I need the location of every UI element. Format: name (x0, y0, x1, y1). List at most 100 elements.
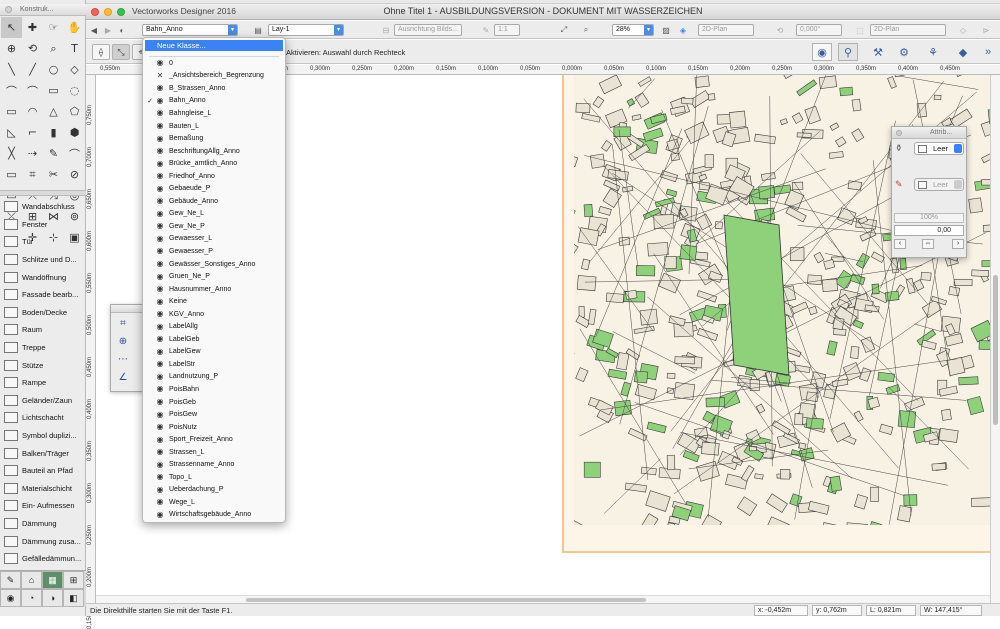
class-menu-item[interactable]: ◉Friedhof_Anno (145, 170, 283, 183)
toolset-tab-4[interactable]: ◉ (0, 589, 21, 607)
tool-button-16[interactable]: ▭ (1, 101, 22, 122)
layer-dropdown-icon[interactable]: ◆ (952, 43, 974, 61)
class-menu-item[interactable]: ◉Gewaesser_P (145, 245, 283, 258)
horizontal-scrollbar[interactable] (96, 595, 990, 603)
opacity-field[interactable]: 100% (894, 213, 964, 223)
expand-icon[interactable]: » (980, 43, 996, 61)
tool-button-22[interactable]: ▮ (43, 122, 64, 143)
tool-button-26[interactable]: ✎ (43, 143, 64, 164)
tool-button-28[interactable]: ▭ (1, 164, 22, 185)
toolset-item[interactable]: Ein- Aufmessen (0, 497, 86, 515)
toolset-item[interactable]: Symbol duplizi... (0, 427, 86, 445)
toolset-tab-3[interactable]: ⊞ (63, 571, 84, 589)
more-icon[interactable]: ⊳ (980, 24, 992, 36)
toolset-item[interactable]: Fenster (0, 216, 86, 234)
line-weight-field[interactable]: 0,00 (894, 225, 964, 236)
tool-button-19[interactable]: ⬠ (64, 101, 85, 122)
class-menu-item[interactable]: ◉PoisBahn (145, 383, 283, 396)
tool-button-29[interactable]: ⌗ (22, 164, 43, 185)
back-arrow-icon[interactable]: ◀ (88, 24, 100, 36)
class-menu-item[interactable]: ◉Brücke_amtlich_Anno (145, 157, 283, 170)
class-menu-item[interactable]: ◉LabelStr (145, 358, 283, 371)
layer-select[interactable]: Lay-1 ▾ (268, 24, 344, 36)
grid-snap-icon[interactable]: ⌗ (115, 315, 131, 331)
tool-button-18[interactable]: △ (43, 101, 64, 122)
tool-button-30[interactable]: ✂ (43, 164, 64, 185)
zoom-field[interactable]: 28% ▾ (612, 24, 654, 36)
tool-button-25[interactable]: ⇢ (22, 143, 43, 164)
class-menu-item[interactable]: ◉Ueberdachung_P (145, 484, 283, 497)
class-menu-item[interactable]: ◉BeschriftungAllg_Anno (145, 145, 283, 158)
vertical-scroll-thumb[interactable] (993, 275, 998, 425)
class-menu-item[interactable]: ◉Bahngleise_L (145, 107, 283, 120)
class-menu-item[interactable]: ◉Gewässer_Sonstiges_Anno (145, 258, 283, 271)
tool-button-31[interactable]: ⊘ (64, 164, 85, 185)
angle-snap-icon[interactable]: ∠ (115, 369, 131, 385)
view-select[interactable]: 2D-Plan (698, 24, 754, 36)
tool-button-5[interactable]: ⟲ (22, 38, 43, 59)
render-icon[interactable]: ▨ (660, 24, 672, 36)
toolset-tab-5[interactable]: ◔ (21, 589, 42, 607)
toolset-item[interactable]: Lichtschacht (0, 409, 86, 427)
class-menu-item[interactable]: ◉Topo_L (145, 471, 283, 484)
class-menu-item[interactable]: ◉PoisGeb (145, 396, 283, 409)
class-menu-item[interactable]: ◉Wege_L (145, 496, 283, 509)
vertical-scrollbar[interactable] (990, 75, 1000, 605)
toolset-tab-7[interactable]: ◧ (63, 589, 84, 607)
class-menu-item[interactable]: ◉LabelGew (145, 346, 283, 359)
toolset-tab-1[interactable]: ⌂ (21, 571, 42, 589)
toolset-item[interactable]: Wandabschluss (0, 198, 86, 216)
tool-button-12[interactable]: ⌒ (1, 80, 22, 101)
class-menu-item[interactable]: ◉Bauten_L (145, 120, 283, 133)
class-menu-item[interactable]: ◉Gruen_Ne_P (145, 270, 283, 283)
toolset-tab-6[interactable]: ◑ (42, 589, 63, 607)
tool-button-20[interactable]: ◺ (1, 122, 22, 143)
class-menu-item[interactable]: ◉PoisNutz (145, 421, 283, 434)
visibility-icon[interactable]: ◉ (812, 43, 832, 61)
view-cube-icon[interactable]: ◈ (676, 24, 690, 36)
tool-button-15[interactable]: ◌ (64, 80, 85, 101)
edge-snap-icon[interactable]: ⋯ (115, 351, 131, 367)
scale-field[interactable]: 1:1 (494, 24, 520, 36)
class-menu-item[interactable]: ✕_Ansichtsbereich_Begrenzung (145, 70, 283, 83)
toolset-item[interactable]: Rampe (0, 374, 86, 392)
class-menu-item[interactable]: ◉0 (145, 57, 283, 70)
tool-button-8[interactable]: ╲ (1, 59, 22, 80)
tool-palette-close-button[interactable] (5, 6, 12, 13)
class-menu-item[interactable]: ◉B_Strassen_Anno (145, 82, 283, 95)
tool-button-23[interactable]: ⬢ (64, 122, 85, 143)
tool-button-17[interactable]: ◠ (22, 101, 43, 122)
toolset-item[interactable]: Balken/Träger (0, 444, 86, 462)
forward-arrow-icon[interactable]: ▶ (102, 24, 114, 36)
class-menu-item[interactable]: ◉Landnutzung_P (145, 371, 283, 384)
class-menu-item[interactable]: ◉Strassen_L (145, 446, 283, 459)
toolset-item[interactable]: Dämmung (0, 515, 86, 533)
toolset-item[interactable]: Boden/Decke (0, 304, 86, 322)
rectangle-select-icon[interactable]: ⤡ (112, 44, 130, 60)
tool-button-7[interactable]: T (64, 38, 85, 59)
class-menu-item[interactable]: ◉Gewaesser_L (145, 233, 283, 246)
tool-button-10[interactable]: ○ (43, 59, 64, 80)
selection-mode-icon[interactable]: ⟠ (92, 44, 110, 60)
toolset-item[interactable]: Tür (0, 233, 86, 251)
horizontal-scroll-thumb[interactable] (246, 598, 646, 602)
class-menu-item[interactable]: ◉LabelAllg (145, 320, 283, 333)
toolset-item[interactable]: Wandöffnung (0, 268, 86, 286)
pen-style-select[interactable]: Leer (914, 178, 964, 191)
class-options-icon[interactable]: ◐ (116, 24, 128, 36)
palette-divider[interactable] (0, 190, 86, 196)
toolset-item[interactable]: Schlitze und D... (0, 251, 86, 269)
layer-options-icon[interactable]: ▤ (252, 24, 264, 36)
tool-button-14[interactable]: ▭ (43, 80, 64, 101)
class-menu-item[interactable]: ◉Keine (145, 295, 283, 308)
align-select[interactable]: Ausrichtung Bilds... (394, 24, 462, 36)
toolset-item[interactable]: Gefälledämmun... (0, 550, 86, 568)
vertical-ruler[interactable]: 0,750m0,700m0,650m0,600m0,550m0,500m0,45… (86, 75, 96, 605)
angle-field[interactable]: 0,000° (796, 24, 842, 36)
toolset-tab-2[interactable]: ▦ (42, 571, 63, 589)
render-mode-select[interactable]: 2D-Plan (870, 24, 946, 36)
object-snap-icon[interactable]: ⊕ (115, 333, 131, 349)
attributes-close-button[interactable] (896, 130, 902, 136)
class-menu-item[interactable]: ◉Sport_Freizeit_Anno (145, 433, 283, 446)
toolset-tab-0[interactable]: ✎ (0, 571, 21, 589)
